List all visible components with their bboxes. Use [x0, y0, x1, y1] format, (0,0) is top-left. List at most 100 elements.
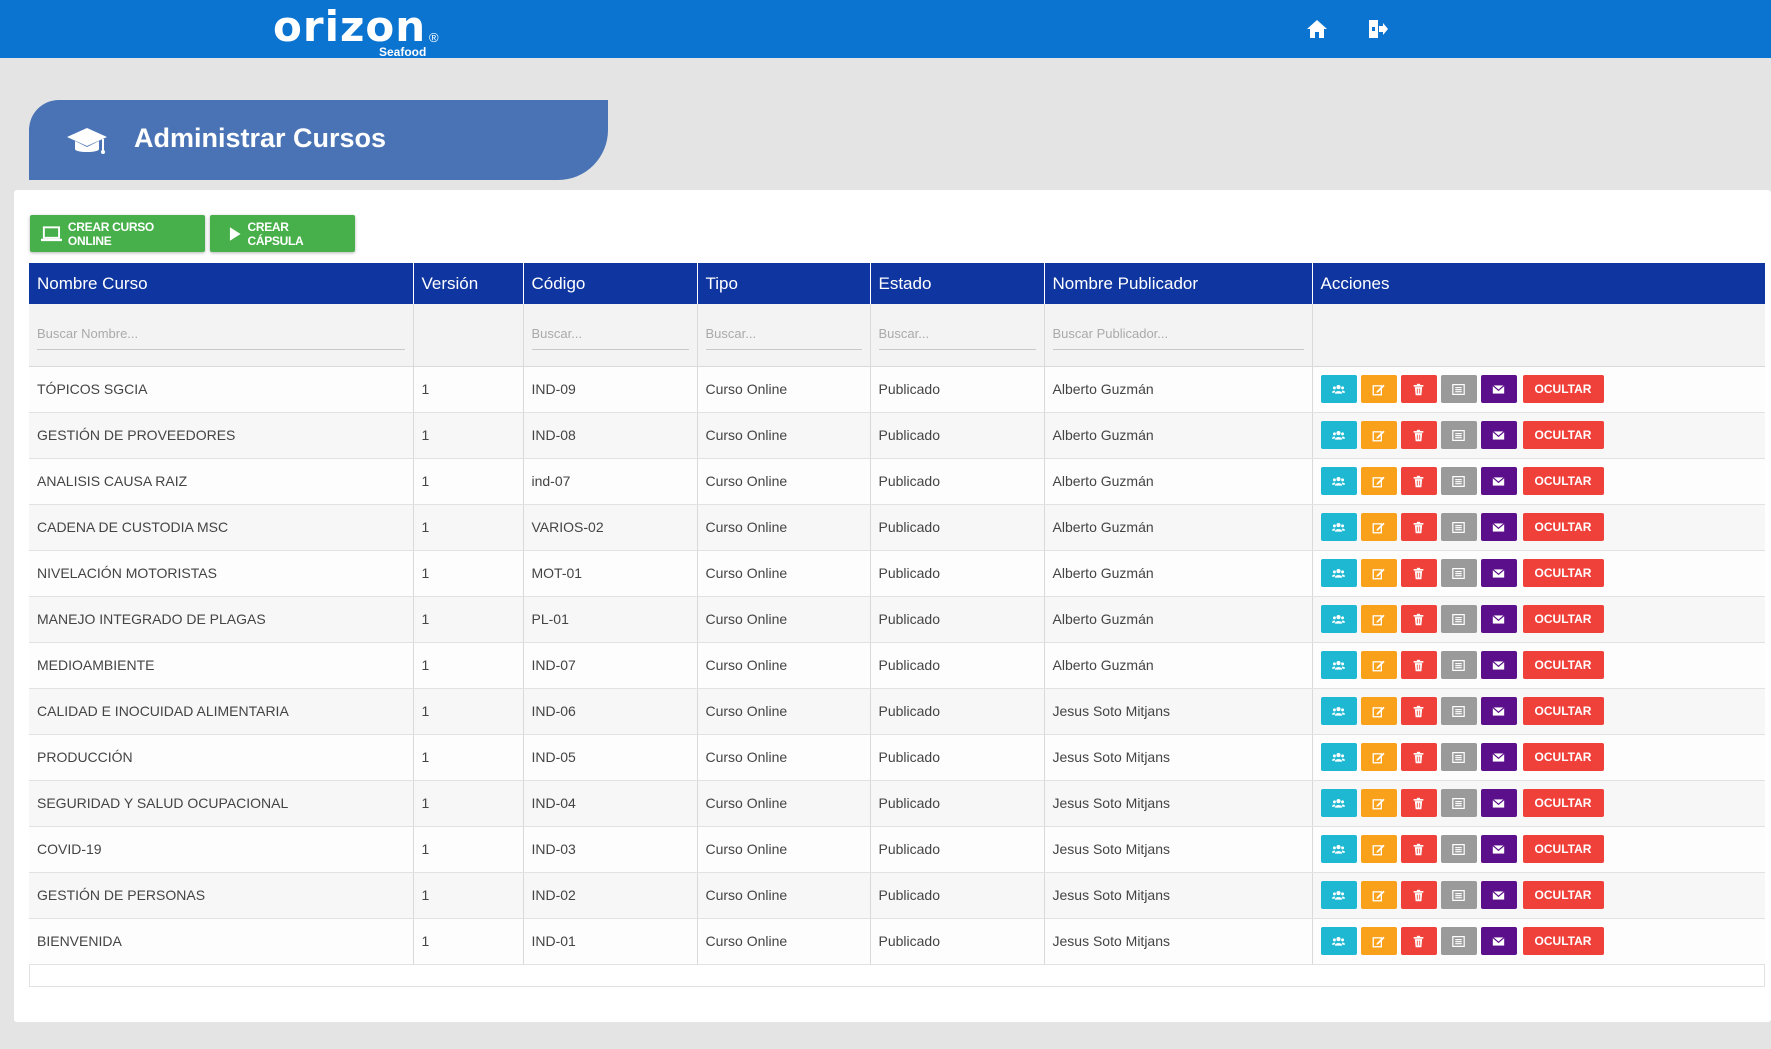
edit-button[interactable]	[1360, 743, 1397, 771]
send-mail-button[interactable]	[1480, 743, 1517, 771]
hide-course-button[interactable]: OCULTAR	[1522, 835, 1604, 863]
details-button[interactable]	[1440, 697, 1477, 725]
list-icon	[1452, 889, 1465, 901]
column-header-codigo[interactable]: Código	[523, 263, 698, 304]
delete-button[interactable]	[1400, 375, 1437, 403]
send-mail-button[interactable]	[1480, 513, 1517, 541]
create-online-course-button[interactable]: CREAR CURSO ONLINE	[30, 215, 205, 252]
hide-course-button[interactable]: OCULTAR	[1522, 743, 1604, 771]
participants-button[interactable]	[1320, 421, 1357, 449]
table-footer	[29, 965, 1765, 987]
edit-button[interactable]	[1360, 605, 1397, 633]
list-icon	[1452, 705, 1465, 717]
delete-button[interactable]	[1400, 927, 1437, 955]
cell-version: 1	[413, 412, 524, 459]
delete-button[interactable]	[1400, 467, 1437, 495]
edit-button[interactable]	[1360, 559, 1397, 587]
edit-button[interactable]	[1360, 881, 1397, 909]
details-button[interactable]	[1440, 743, 1477, 771]
delete-button[interactable]	[1400, 697, 1437, 725]
hide-course-button[interactable]: OCULTAR	[1522, 375, 1604, 403]
delete-button[interactable]	[1400, 789, 1437, 817]
search-nombre-input[interactable]	[37, 319, 405, 350]
hide-course-button[interactable]: OCULTAR	[1522, 697, 1604, 725]
column-header-publicador[interactable]: Nombre Publicador	[1044, 263, 1313, 304]
delete-button[interactable]	[1400, 835, 1437, 863]
hide-course-button[interactable]: OCULTAR	[1522, 651, 1604, 679]
details-button[interactable]	[1440, 559, 1477, 587]
delete-button[interactable]	[1400, 421, 1437, 449]
edit-button[interactable]	[1360, 375, 1397, 403]
hide-course-button[interactable]: OCULTAR	[1522, 467, 1604, 495]
hide-course-button[interactable]: OCULTAR	[1522, 927, 1604, 955]
participants-button[interactable]	[1320, 835, 1357, 863]
send-mail-button[interactable]	[1480, 559, 1517, 587]
edit-button[interactable]	[1360, 697, 1397, 725]
participants-button[interactable]	[1320, 927, 1357, 955]
search-tipo-input[interactable]	[705, 319, 862, 350]
delete-button[interactable]	[1400, 743, 1437, 771]
details-button[interactable]	[1440, 513, 1477, 541]
participants-button[interactable]	[1320, 651, 1357, 679]
details-button[interactable]	[1440, 651, 1477, 679]
send-mail-button[interactable]	[1480, 697, 1517, 725]
details-button[interactable]	[1440, 927, 1477, 955]
details-button[interactable]	[1440, 421, 1477, 449]
orizon-logo[interactable]: orizon ® Seafood	[273, 4, 439, 60]
hide-course-button[interactable]: OCULTAR	[1522, 513, 1604, 541]
delete-button[interactable]	[1400, 651, 1437, 679]
details-button[interactable]	[1440, 881, 1477, 909]
participants-button[interactable]	[1320, 559, 1357, 587]
edit-button[interactable]	[1360, 789, 1397, 817]
send-mail-button[interactable]	[1480, 835, 1517, 863]
edit-button[interactable]	[1360, 513, 1397, 541]
details-button[interactable]	[1440, 467, 1477, 495]
search-codigo-input[interactable]	[531, 319, 689, 350]
edit-button[interactable]	[1360, 421, 1397, 449]
cell-codigo: IND-07	[523, 642, 698, 689]
send-mail-button[interactable]	[1480, 421, 1517, 449]
edit-button[interactable]	[1360, 927, 1397, 955]
hide-course-button[interactable]: OCULTAR	[1522, 559, 1604, 587]
search-estado-input[interactable]	[878, 319, 1036, 350]
details-button[interactable]	[1440, 605, 1477, 633]
participants-button[interactable]	[1320, 881, 1357, 909]
delete-button[interactable]	[1400, 559, 1437, 587]
participants-button[interactable]	[1320, 467, 1357, 495]
column-header-nombre[interactable]: Nombre Curso	[29, 263, 414, 304]
hide-course-button[interactable]: OCULTAR	[1522, 881, 1604, 909]
send-mail-button[interactable]	[1480, 467, 1517, 495]
send-mail-button[interactable]	[1480, 927, 1517, 955]
home-icon[interactable]	[1305, 17, 1329, 41]
column-header-estado[interactable]: Estado	[870, 263, 1045, 304]
delete-button[interactable]	[1400, 881, 1437, 909]
hide-course-button[interactable]: OCULTAR	[1522, 605, 1604, 633]
participants-button[interactable]	[1320, 375, 1357, 403]
logout-icon[interactable]	[1365, 17, 1389, 41]
delete-button[interactable]	[1400, 513, 1437, 541]
send-mail-button[interactable]	[1480, 789, 1517, 817]
create-capsule-button[interactable]: CREAR CÁPSULA	[210, 215, 355, 252]
details-button[interactable]	[1440, 835, 1477, 863]
send-mail-button[interactable]	[1480, 651, 1517, 679]
participants-button[interactable]	[1320, 743, 1357, 771]
send-mail-button[interactable]	[1480, 375, 1517, 403]
edit-button[interactable]	[1360, 467, 1397, 495]
search-publicador-input[interactable]	[1052, 319, 1304, 350]
participants-button[interactable]	[1320, 789, 1357, 817]
participants-button[interactable]	[1320, 697, 1357, 725]
cell-tipo: Curso Online	[697, 688, 871, 735]
hide-course-button[interactable]: OCULTAR	[1522, 789, 1604, 817]
edit-button[interactable]	[1360, 835, 1397, 863]
hide-course-button[interactable]: OCULTAR	[1522, 421, 1604, 449]
send-mail-button[interactable]	[1480, 881, 1517, 909]
details-button[interactable]	[1440, 375, 1477, 403]
edit-button[interactable]	[1360, 651, 1397, 679]
details-button[interactable]	[1440, 789, 1477, 817]
column-header-version[interactable]: Versión	[413, 263, 524, 304]
delete-button[interactable]	[1400, 605, 1437, 633]
send-mail-button[interactable]	[1480, 605, 1517, 633]
participants-button[interactable]	[1320, 513, 1357, 541]
participants-button[interactable]	[1320, 605, 1357, 633]
column-header-tipo[interactable]: Tipo	[697, 263, 871, 304]
